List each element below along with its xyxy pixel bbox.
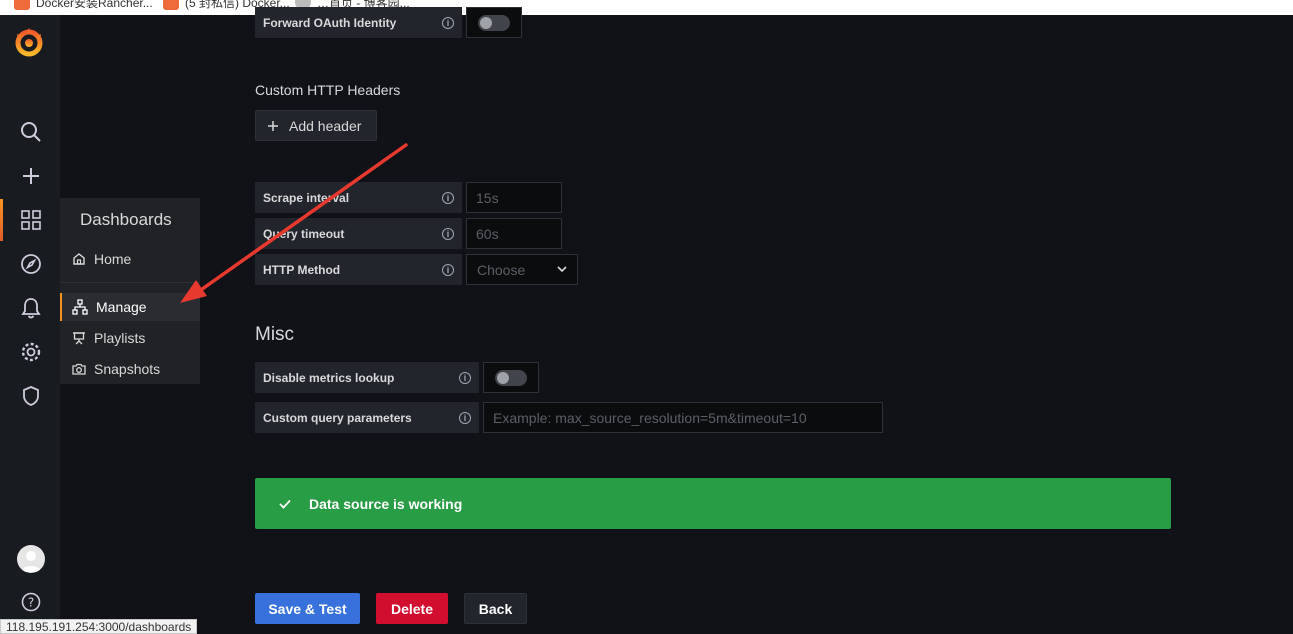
bookmark-favicon-icon — [14, 0, 30, 10]
dashboards-flyout-menu: Dashboards Home Manage Playlists Snapsho… — [60, 198, 200, 384]
forward-oauth-label: Forward OAuth Identity i — [255, 7, 462, 38]
query-timeout-input[interactable]: 60s — [466, 218, 562, 249]
save-test-button[interactable]: Save & Test — [255, 593, 360, 624]
back-button[interactable]: Back — [464, 593, 527, 624]
home-icon — [73, 253, 85, 265]
scrape-interval-row: Scrape interval i 15s — [255, 182, 562, 213]
query-timeout-label: Query timeout i — [255, 218, 462, 249]
plus-icon[interactable] — [17, 162, 45, 190]
dashboards-icon[interactable] — [17, 206, 45, 234]
disable-metrics-toggle[interactable] — [483, 362, 539, 393]
http-method-select[interactable]: Choose — [466, 254, 578, 285]
menu-title[interactable]: Dashboards — [80, 210, 172, 230]
menu-item-playlists[interactable]: Playlists — [60, 324, 200, 352]
menu-item-snapshots[interactable]: Snapshots — [60, 355, 200, 383]
custom-query-input[interactable]: Example: max_source_resolution=5m&timeou… — [483, 402, 883, 433]
info-icon[interactable]: i — [459, 411, 471, 424]
sitemap-icon — [72, 299, 88, 315]
toggle-switch[interactable] — [478, 14, 510, 31]
custom-query-label: Custom query parameters i — [255, 402, 479, 433]
info-icon[interactable]: i — [442, 16, 454, 29]
misc-title: Misc — [255, 324, 295, 345]
user-avatar[interactable] — [17, 545, 45, 573]
button-label: Add header — [289, 117, 362, 134]
forward-oauth-row: Forward OAuth Identity i — [255, 7, 522, 38]
alert-message: Data source is working — [309, 495, 463, 512]
browser-status-url: 118.195.191.254:3000/dashboards — [0, 619, 198, 634]
plus-icon — [268, 120, 278, 131]
chevron-down-icon — [557, 266, 567, 273]
field-label: Scrape interval — [263, 190, 350, 205]
help-icon[interactable]: ? — [17, 588, 45, 616]
add-header-button[interactable]: Add header — [255, 110, 377, 141]
bookmark-item[interactable]: Docker安装Rancher... — [14, 0, 153, 10]
alerting-icon[interactable] — [17, 294, 45, 322]
explore-icon[interactable] — [17, 250, 45, 278]
info-icon[interactable]: i — [459, 371, 471, 384]
grafana-logo-icon[interactable] — [12, 25, 46, 59]
menu-item-label: Home — [94, 251, 132, 267]
query-timeout-row: Query timeout i 60s — [255, 218, 562, 249]
configuration-icon[interactable] — [17, 338, 45, 366]
scrape-interval-input[interactable]: 15s — [466, 182, 562, 213]
disable-metrics-label: Disable metrics lookup i — [255, 362, 479, 393]
menu-item-label: Playlists — [94, 330, 146, 346]
http-method-row: HTTP Method i Choose — [255, 254, 578, 285]
custom-headers-title: Custom HTTP Headers — [255, 82, 401, 98]
svg-text:?: ? — [28, 596, 34, 610]
custom-query-row: Custom query parameters i Example: max_s… — [255, 402, 883, 433]
info-icon[interactable]: i — [442, 191, 454, 204]
toggle-switch[interactable] — [495, 369, 527, 386]
scrape-interval-label: Scrape interval i — [255, 182, 462, 213]
menu-item-label: Snapshots — [94, 361, 161, 377]
search-icon[interactable] — [17, 118, 45, 146]
menu-divider — [60, 282, 200, 283]
success-alert: Data source is working — [255, 478, 1171, 529]
menu-item-manage[interactable]: Manage — [60, 293, 200, 321]
bookmark-favicon-icon — [163, 0, 179, 10]
field-label: Disable metrics lookup — [263, 370, 395, 385]
browser-bookmarks-bar: Docker安装Rancher... (5 封私信) Docker... …首页… — [0, 0, 1293, 15]
camera-icon — [72, 363, 86, 375]
delete-button[interactable]: Delete — [376, 593, 448, 624]
field-label: Query timeout — [263, 226, 345, 241]
field-label: Custom query parameters — [263, 410, 412, 425]
info-icon[interactable]: i — [442, 227, 454, 240]
presentation-icon — [73, 332, 85, 345]
http-method-label: HTTP Method i — [255, 254, 462, 285]
menu-item-home[interactable]: Home — [60, 245, 200, 273]
side-navigation: ? — [0, 15, 60, 634]
select-placeholder: Choose — [477, 261, 526, 278]
field-label: HTTP Method — [263, 262, 341, 277]
field-label: Forward OAuth Identity — [263, 15, 397, 30]
shield-icon[interactable] — [17, 382, 45, 410]
nav-active-indicator — [0, 199, 3, 241]
bookmark-label: Docker安装Rancher... — [36, 0, 153, 10]
disable-metrics-row: Disable metrics lookup i — [255, 362, 539, 393]
info-icon[interactable]: i — [442, 263, 454, 276]
menu-item-label: Manage — [96, 299, 147, 315]
check-icon — [279, 499, 291, 509]
forward-oauth-toggle[interactable] — [466, 7, 522, 38]
